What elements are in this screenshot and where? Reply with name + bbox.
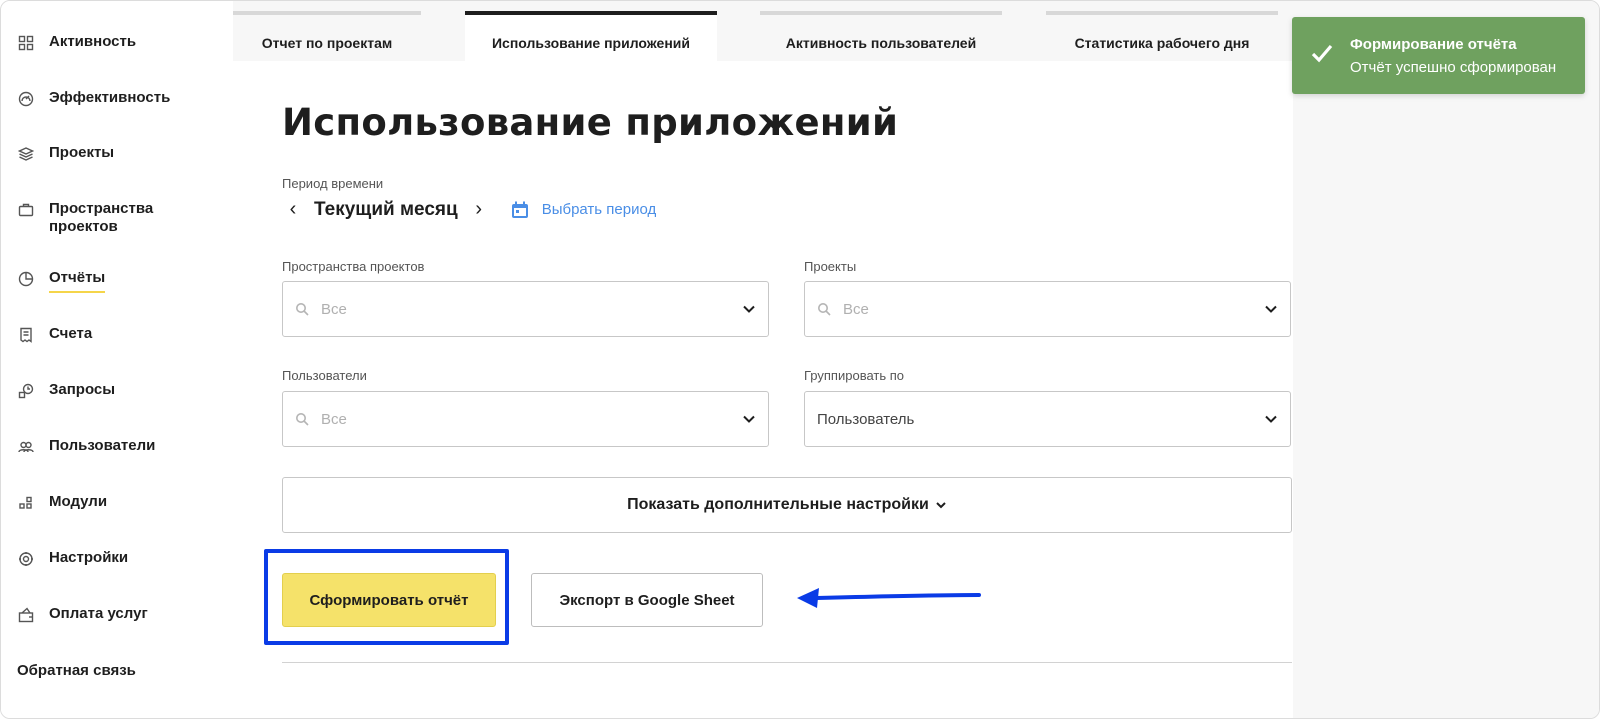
sidebar-item-efficiency[interactable]: Эффективность bbox=[17, 89, 199, 108]
users-placeholder: Все bbox=[321, 410, 347, 428]
spaces-placeholder: Все bbox=[321, 300, 347, 318]
feedback-link[interactable]: Обратная связь bbox=[17, 662, 136, 679]
tab-user-activity[interactable]: Активность пользователей bbox=[760, 11, 1002, 61]
period-value: Текущий месяц bbox=[314, 198, 458, 220]
check-icon bbox=[1310, 41, 1334, 70]
projects-select[interactable]: Все bbox=[804, 281, 1291, 337]
sidebar-item-payment[interactable]: Оплата услуг bbox=[17, 605, 199, 624]
modules-icon bbox=[17, 494, 35, 512]
page-title: Использование приложений bbox=[282, 101, 899, 144]
tab-app-usage[interactable]: Использование приложений bbox=[465, 11, 717, 61]
briefcase-icon bbox=[17, 201, 35, 219]
annotation-arrow bbox=[797, 588, 981, 608]
sidebar-item-label: Настройки bbox=[49, 549, 129, 566]
pick-period-label: Выбрать период bbox=[541, 201, 657, 218]
calendar-icon bbox=[511, 201, 528, 218]
projects-placeholder: Все bbox=[843, 300, 869, 318]
grid-icon bbox=[17, 34, 35, 52]
main-area: Отчет по проектам Использование приложен… bbox=[233, 1, 1599, 718]
sidebar-item-label: Пространства проектов bbox=[49, 200, 154, 235]
pie-chart-icon bbox=[17, 270, 35, 288]
chevron-down-icon bbox=[1264, 412, 1278, 426]
sidebar-item-settings[interactable]: Настройки bbox=[17, 549, 199, 568]
chevron-down-icon bbox=[742, 412, 756, 426]
sidebar-item-label: Активность bbox=[49, 33, 137, 50]
payment-icon bbox=[17, 606, 35, 624]
requests-icon bbox=[17, 382, 35, 400]
gauge-icon bbox=[17, 90, 35, 108]
receipt-icon bbox=[17, 326, 35, 344]
spaces-label: Пространства проектов bbox=[282, 259, 425, 274]
more-settings-button[interactable]: Показать дополнительные настройки bbox=[282, 477, 1292, 533]
search-icon bbox=[817, 302, 831, 316]
toast-message: Отчёт успешно сформирован bbox=[1350, 58, 1557, 76]
chevron-down-icon bbox=[742, 302, 756, 316]
app-window: Активность Эффективность Проекты Простра… bbox=[0, 0, 1600, 719]
spaces-select[interactable]: Все bbox=[282, 281, 769, 337]
chevron-left-icon[interactable]: ‹ bbox=[282, 198, 304, 221]
sidebar-item-activity[interactable]: Активность bbox=[17, 33, 199, 52]
sidebar-item-requests[interactable]: Запросы bbox=[17, 381, 199, 400]
tab-project-report[interactable]: Отчет по проектам bbox=[233, 11, 421, 61]
period-label: Период времени bbox=[282, 176, 384, 191]
group-by-label: Группировать по bbox=[804, 368, 905, 383]
sidebar-item-modules[interactable]: Модули bbox=[17, 493, 199, 512]
pick-period-button[interactable]: Выбрать период bbox=[510, 200, 657, 220]
sidebar-item-label: Оплата услуг bbox=[49, 605, 148, 622]
sidebar-item-invoices[interactable]: Счета bbox=[17, 325, 199, 344]
sidebar-item-label: Пользователи bbox=[49, 437, 156, 454]
search-icon bbox=[295, 302, 309, 316]
tab-workday-stats[interactable]: Статистика рабочего дня bbox=[1046, 11, 1278, 61]
chevron-down-icon bbox=[1264, 302, 1278, 316]
group-by-select[interactable]: Пользователь bbox=[804, 391, 1291, 447]
sidebar-item-label: Отчёты bbox=[49, 269, 106, 293]
sidebar-item-label: Запросы bbox=[49, 381, 116, 398]
toast-title: Формирование отчёта bbox=[1350, 35, 1517, 53]
gear-icon bbox=[17, 550, 35, 568]
sidebar-item-users[interactable]: Пользователи bbox=[17, 437, 199, 456]
users-select[interactable]: Все bbox=[282, 391, 769, 447]
chevron-down-icon bbox=[936, 502, 946, 509]
sidebar-item-reports[interactable]: Отчёты bbox=[17, 269, 106, 293]
divider bbox=[282, 662, 1292, 663]
sidebar-item-label: Эффективность bbox=[49, 89, 171, 106]
users-icon bbox=[17, 438, 35, 456]
sidebar-item-project-spaces[interactable]: Пространства проектов bbox=[17, 200, 199, 236]
group-by-value: Пользователь bbox=[817, 410, 915, 428]
export-google-sheet-button[interactable]: Экспорт в Google Sheet bbox=[531, 573, 763, 627]
chevron-right-icon[interactable]: › bbox=[468, 198, 490, 221]
users-label: Пользователи bbox=[282, 368, 367, 383]
more-settings-label: Показать дополнительные настройки bbox=[627, 496, 929, 513]
period-selector: ‹ Текущий месяц › Выбрать период bbox=[282, 198, 657, 221]
projects-label: Проекты bbox=[804, 259, 857, 274]
sidebar-item-label: Проекты bbox=[49, 144, 115, 161]
sidebar-item-label: Счета bbox=[49, 325, 93, 342]
generate-report-button[interactable]: Сформировать отчёт bbox=[282, 573, 496, 627]
layers-icon bbox=[17, 145, 35, 163]
sidebar: Активность Эффективность Проекты Простра… bbox=[1, 1, 233, 718]
success-toast: Формирование отчёта Отчёт успешно сформи… bbox=[1292, 17, 1585, 94]
sidebar-item-projects[interactable]: Проекты bbox=[17, 144, 199, 163]
search-icon bbox=[295, 412, 309, 426]
sidebar-item-label: Модули bbox=[49, 493, 108, 510]
